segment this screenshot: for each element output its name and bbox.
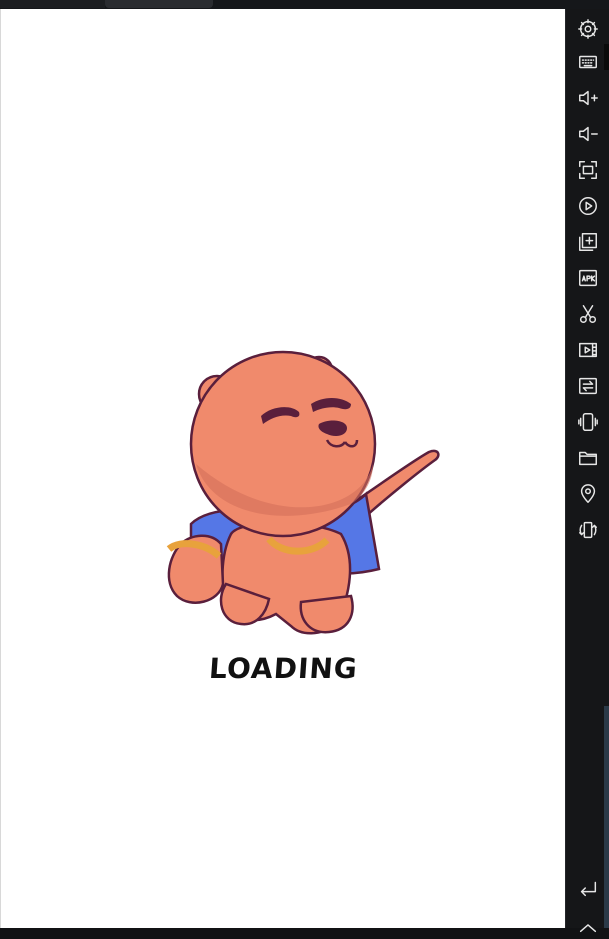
record-button[interactable] [572,191,604,221]
gear-icon [578,19,598,39]
scissors-icon [579,305,597,323]
rotate-icon [579,521,597,539]
fullscreen-button[interactable] [572,155,604,185]
multi-instance-button[interactable] [572,227,604,257]
apk-icon [579,269,597,287]
shake-icon [578,413,598,431]
window-tab-left[interactable] [0,0,105,8]
emulator-sidebar [565,9,609,933]
volume-down-icon [579,126,598,142]
home-icon [579,924,597,933]
install-apk-button[interactable] [572,263,604,293]
loading-label: LOADING [208,652,359,685]
keyboard-icon [579,55,597,69]
fullscreen-icon [579,161,597,179]
multi-instance-icon [579,233,597,251]
bear-mascot-illustration [166,350,440,635]
home-button[interactable] [572,909,604,939]
volume-down-button[interactable] [572,119,604,149]
video-icon [579,342,597,358]
back-button[interactable] [572,873,604,903]
rotate-button[interactable] [572,515,604,545]
video-button[interactable] [572,335,604,365]
shared-folder-button[interactable] [572,443,604,473]
location-icon [580,484,596,503]
volume-up-icon [579,90,598,106]
volume-up-button[interactable] [572,83,604,113]
window-tab-active[interactable] [105,0,213,8]
emulator-screen[interactable]: LOADING [0,9,565,928]
folder-icon [579,451,597,466]
shake-button[interactable] [572,407,604,437]
location-button[interactable] [572,479,604,509]
window-top-bar [0,0,609,9]
sync-button[interactable] [572,371,604,401]
window-edge-dark [604,44,609,70]
back-icon [580,881,597,897]
record-icon [579,197,597,215]
screenshot-button[interactable] [572,299,604,329]
sync-icon [579,377,597,395]
settings-button[interactable] [572,14,604,44]
window-edge-blue [604,706,609,928]
keyboard-button[interactable] [572,47,604,77]
